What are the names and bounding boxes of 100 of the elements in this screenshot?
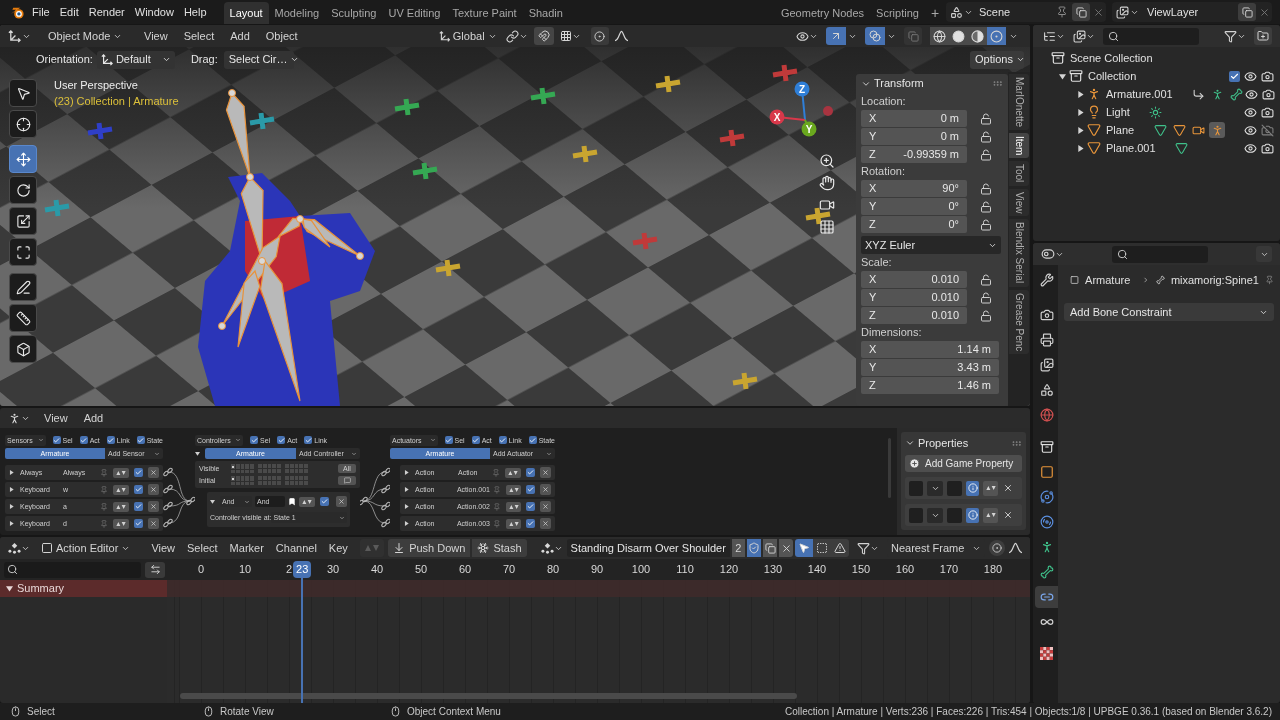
remove-button[interactable]: [148, 501, 159, 512]
snap-toggle[interactable]: [533, 27, 554, 45]
move-up-down-button[interactable]: [113, 484, 129, 495]
expand-arrow-icon[interactable]: [1077, 90, 1084, 98]
horizontal-scrollbar[interactable]: [180, 693, 797, 699]
menu-item[interactable]: Marker: [223, 539, 270, 557]
checkbox[interactable]: [1229, 70, 1240, 82]
tool-button[interactable]: [9, 238, 37, 266]
camera-icon[interactable]: [1261, 69, 1274, 83]
eye-icon[interactable]: [1244, 69, 1257, 83]
search-field[interactable]: [1112, 245, 1208, 263]
state-info-button[interactable]: [338, 476, 356, 485]
checkbox[interactable]: [526, 485, 536, 494]
move-up-down-button[interactable]: [299, 496, 315, 507]
figure-icon[interactable]: [1209, 122, 1226, 138]
number-field[interactable]: Y 0.010: [861, 289, 967, 306]
current-frame-indicator[interactable]: 23: [293, 561, 312, 578]
pin-icon[interactable]: [1056, 6, 1068, 18]
remove-button[interactable]: [540, 518, 551, 529]
move-up-down-button[interactable]: [505, 484, 522, 495]
add-workspace-button[interactable]: +: [924, 2, 946, 24]
remove-button[interactable]: [148, 518, 159, 529]
open-padlock-icon[interactable]: [980, 309, 992, 322]
camera-icon[interactable]: [1261, 141, 1274, 155]
menu-item[interactable]: Key: [322, 539, 354, 557]
swap-button[interactable]: [145, 561, 165, 578]
menu-item[interactable]: Window: [129, 2, 179, 22]
workspace-tab[interactable]: Geometry Nodes: [774, 2, 871, 24]
eye-icon[interactable]: [1244, 123, 1257, 137]
tool-button[interactable]: [9, 335, 37, 363]
open-padlock-icon[interactable]: [980, 200, 992, 213]
remove-button[interactable]: [540, 484, 551, 495]
view-layer-name-field[interactable]: ViewLayer: [1147, 3, 1238, 21]
number-field[interactable]: X 90°: [861, 180, 967, 197]
expand-arrow-icon[interactable]: [1077, 126, 1084, 134]
link-socket-icon[interactable]: [381, 467, 390, 477]
axis-gizmo[interactable]: Z X Y: [768, 79, 838, 141]
sidebar-tab[interactable]: View: [1009, 188, 1029, 217]
menu-item[interactable]: View: [136, 27, 176, 45]
move-up-down-button[interactable]: [505, 467, 521, 478]
link-socket-icon[interactable]: [186, 496, 195, 506]
checkbox[interactable]: [134, 468, 143, 477]
scene-type-button[interactable]: [950, 5, 973, 19]
sidebar-tab[interactable]: MarIOnette: [1009, 74, 1029, 131]
move-up-down-button[interactable]: [505, 501, 522, 512]
orientation-dropdown[interactable]: Global: [435, 27, 500, 45]
expand-arrow-icon[interactable]: [1077, 108, 1084, 116]
checkbox[interactable]: [471, 436, 480, 444]
unlink-button[interactable]: [779, 539, 794, 557]
editor-mode-dropdown[interactable]: Action Editor: [38, 539, 134, 557]
expand-arrow-icon[interactable]: [1077, 144, 1084, 152]
action-browse-button[interactable]: [540, 542, 563, 554]
debug-toggle[interactable]: [966, 507, 979, 523]
proportional-edit-toggle[interactable]: [590, 27, 609, 45]
menu-item[interactable]: Add: [222, 27, 258, 45]
move-up-down-button[interactable]: [505, 518, 522, 529]
add-bone-constraint-dropdown[interactable]: Add Bone Constraint: [1064, 303, 1274, 321]
open-padlock-icon[interactable]: [980, 112, 992, 125]
checkbox[interactable]: [134, 502, 143, 511]
search-field[interactable]: [4, 561, 141, 578]
checkbox[interactable]: [277, 436, 286, 444]
pin-icon[interactable]: [1264, 274, 1274, 286]
inverted-triangle-icon[interactable]: [1171, 122, 1188, 138]
checkbox[interactable]: [304, 436, 313, 444]
tool-button[interactable]: [9, 273, 37, 301]
number-field[interactable]: Z -0.99359 m: [861, 146, 967, 163]
view-layer-type-button[interactable]: [1116, 5, 1139, 19]
menu-item[interactable]: View: [36, 409, 76, 427]
scene-name-field[interactable]: Scene: [979, 3, 1056, 21]
rotation-mode-dropdown[interactable]: XYZ Euler: [861, 236, 1001, 254]
checkbox[interactable]: [250, 436, 258, 444]
sidebar-tab[interactable]: Tool: [1009, 161, 1029, 186]
workspace-tab[interactable]: UV Editing: [382, 2, 447, 24]
camera-off-icon[interactable]: [1261, 123, 1274, 137]
channel-row[interactable]: Summary: [0, 580, 167, 597]
checkbox[interactable]: [134, 485, 143, 494]
checkbox[interactable]: [79, 436, 88, 444]
open-padlock-icon[interactable]: [980, 130, 992, 143]
shading-mode-button[interactable]: [930, 27, 949, 45]
workspace-tab[interactable]: Modeling: [268, 2, 326, 24]
link-socket-icon[interactable]: [163, 467, 173, 477]
remove-button[interactable]: [540, 501, 551, 512]
checkbox[interactable]: [526, 519, 536, 528]
expand-arrow-icon[interactable]: [9, 504, 14, 509]
checkbox[interactable]: [444, 436, 453, 444]
duplicate-button[interactable]: [1238, 3, 1256, 21]
checkbox[interactable]: [106, 436, 115, 444]
workspace-tab[interactable]: Shadin: [522, 2, 569, 24]
remove-button[interactable]: [148, 467, 159, 478]
property-name-field[interactable]: [909, 507, 923, 523]
link-socket-icon[interactable]: [163, 484, 173, 494]
expand-arrow-icon[interactable]: [404, 470, 409, 475]
add-game-property-button[interactable]: Add Game Property: [905, 455, 1022, 472]
checkbox[interactable]: [52, 436, 61, 444]
collapse-arrow-icon[interactable]: [1059, 72, 1066, 80]
editor-type-button[interactable]: [8, 542, 30, 554]
menu-item[interactable]: Help: [178, 2, 212, 22]
workspace-tab[interactable]: Layout: [223, 2, 269, 24]
eye-icon[interactable]: [1244, 87, 1258, 101]
menu-item[interactable]: Add: [75, 409, 112, 427]
